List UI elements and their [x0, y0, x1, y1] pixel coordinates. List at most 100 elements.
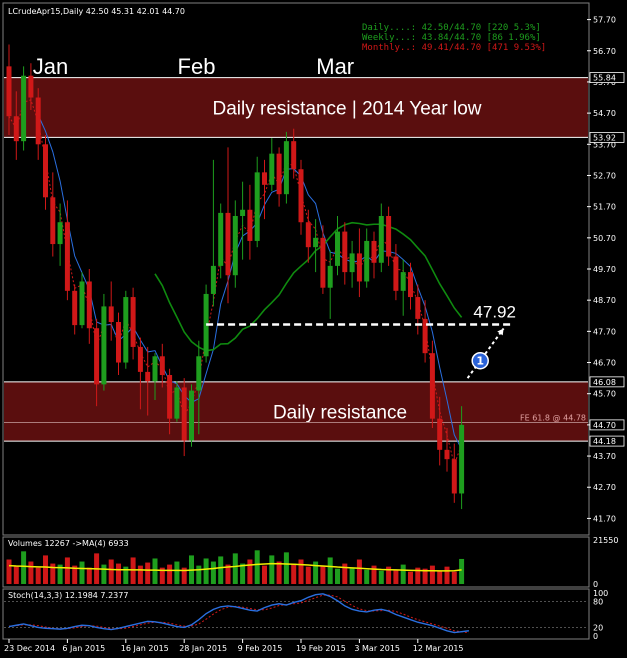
volume-bar [218, 556, 224, 584]
info-weekly: Weekly...: 43.84/44.70 [86 1.96%] [362, 33, 541, 43]
candle-body [21, 75, 27, 142]
volume-bar [13, 565, 19, 584]
candle-body [378, 216, 384, 263]
candle-body [50, 197, 56, 245]
candle-body [400, 272, 406, 291]
volume-bar [408, 571, 413, 584]
volume-bar [116, 563, 121, 584]
volume-bar [101, 564, 107, 584]
volume-bar [210, 561, 216, 584]
candle-body [276, 153, 282, 195]
stoch-tick-label: 80 [593, 598, 603, 607]
volume-bar [247, 559, 253, 584]
price-highlight-label: 46.08 [593, 378, 616, 387]
candle-body [64, 222, 70, 291]
candle-body [262, 172, 267, 185]
date-tick-label: 28 Jan 2015 [179, 644, 227, 653]
candle-body [364, 240, 370, 282]
volume-bar [79, 561, 85, 584]
date-tick-label: 12 Mar 2015 [413, 644, 464, 653]
candle-body [298, 169, 304, 223]
candle-body [291, 141, 297, 170]
date-tick-label: 6 Jan 2015 [62, 644, 105, 653]
candle-body [167, 375, 173, 419]
candle-body [57, 222, 63, 245]
target-projection: 47.92 1 [206, 302, 516, 379]
candle-body [189, 390, 194, 441]
target-label: 47.92 [473, 302, 516, 321]
volume-bar [393, 569, 399, 584]
volume-bar [262, 565, 267, 584]
volume-bar [232, 553, 238, 584]
volume-bar [378, 570, 384, 584]
candle-body [43, 144, 48, 198]
candle-body [342, 231, 348, 273]
volume-bar [21, 551, 27, 584]
candle-body [254, 172, 260, 241]
month-label: Mar [316, 54, 354, 79]
volume-bar [254, 550, 260, 584]
volume-bar [327, 557, 333, 584]
volume-bar [269, 555, 275, 584]
stoch-signal-line [8, 594, 469, 634]
candle-body [232, 216, 238, 276]
chart-title: LCrudeApr15,Daily 42.50 45.31 42.01 44.7… [8, 7, 185, 16]
volume-bar [167, 564, 173, 584]
month-label: Feb [178, 54, 216, 79]
info-daily: Daily....: 42.50/44.70 [220 5.3%] [362, 23, 541, 33]
volume-bar [130, 557, 136, 584]
candle-body [313, 237, 319, 248]
volume-bar [108, 559, 114, 584]
candle-body [130, 297, 136, 347]
price-highlight-label: 55.84 [593, 74, 616, 83]
volume-bar [174, 561, 180, 584]
volume-bar [364, 569, 370, 584]
candle-body [283, 141, 289, 195]
candle-body [349, 253, 355, 273]
volume-bar [298, 559, 304, 584]
date-tick-label: 19 Feb 2015 [296, 644, 346, 653]
candle-body [451, 459, 457, 494]
volume-bar [356, 559, 362, 584]
candle-body [86, 281, 92, 329]
volume-label: Volumes 12267 ->MA(4) 6933 [8, 539, 129, 548]
price-tick-label: 51.70 [593, 203, 616, 212]
volume-bar [349, 567, 355, 584]
candle-body [356, 253, 362, 282]
candle-body [174, 387, 180, 419]
volume-bar [196, 565, 202, 584]
candle-body [386, 216, 392, 257]
volume-bar [335, 568, 340, 584]
candle-body [240, 209, 246, 216]
candle-body [269, 153, 275, 185]
price-tick-label: 57.70 [593, 16, 616, 25]
price-highlight-label: 53.92 [593, 133, 616, 142]
date-axis: 23 Dec 2014 6 Jan 2015 16 Jan 2015 28 Jan 2… [4, 639, 464, 653]
candle-body [408, 272, 413, 298]
candle-body [327, 265, 333, 288]
price-tick-label: 42.70 [593, 483, 616, 492]
volume-tick-label: 21550 [593, 536, 618, 545]
volume-bar [320, 565, 326, 584]
volume-bar [305, 566, 311, 584]
price-tick-label: 45.70 [593, 390, 616, 399]
resistance-zones: Daily resistance | 2014 Year low Daily re… [4, 77, 588, 442]
candle-body [444, 449, 450, 460]
candle-body [196, 356, 202, 391]
candle-body [371, 240, 377, 263]
date-tick-label: 3 Mar 2015 [354, 644, 400, 653]
month-labels: Jan Feb Mar [33, 54, 354, 79]
candle-body [35, 97, 41, 145]
zone-label: Daily resistance | 2014 Year low [213, 99, 482, 120]
marker-label: 1 [476, 355, 484, 368]
volume-bar [240, 563, 246, 584]
volume-bar [429, 565, 435, 584]
volume-bar [6, 559, 12, 584]
zone-label: Daily resistance [273, 402, 407, 423]
candle-body [13, 116, 19, 142]
candle-body [225, 212, 231, 276]
volume-bar [145, 562, 151, 584]
price-tick-label: 52.70 [593, 171, 616, 180]
price-tick-label: 48.70 [593, 296, 616, 305]
candle-body [210, 265, 216, 294]
